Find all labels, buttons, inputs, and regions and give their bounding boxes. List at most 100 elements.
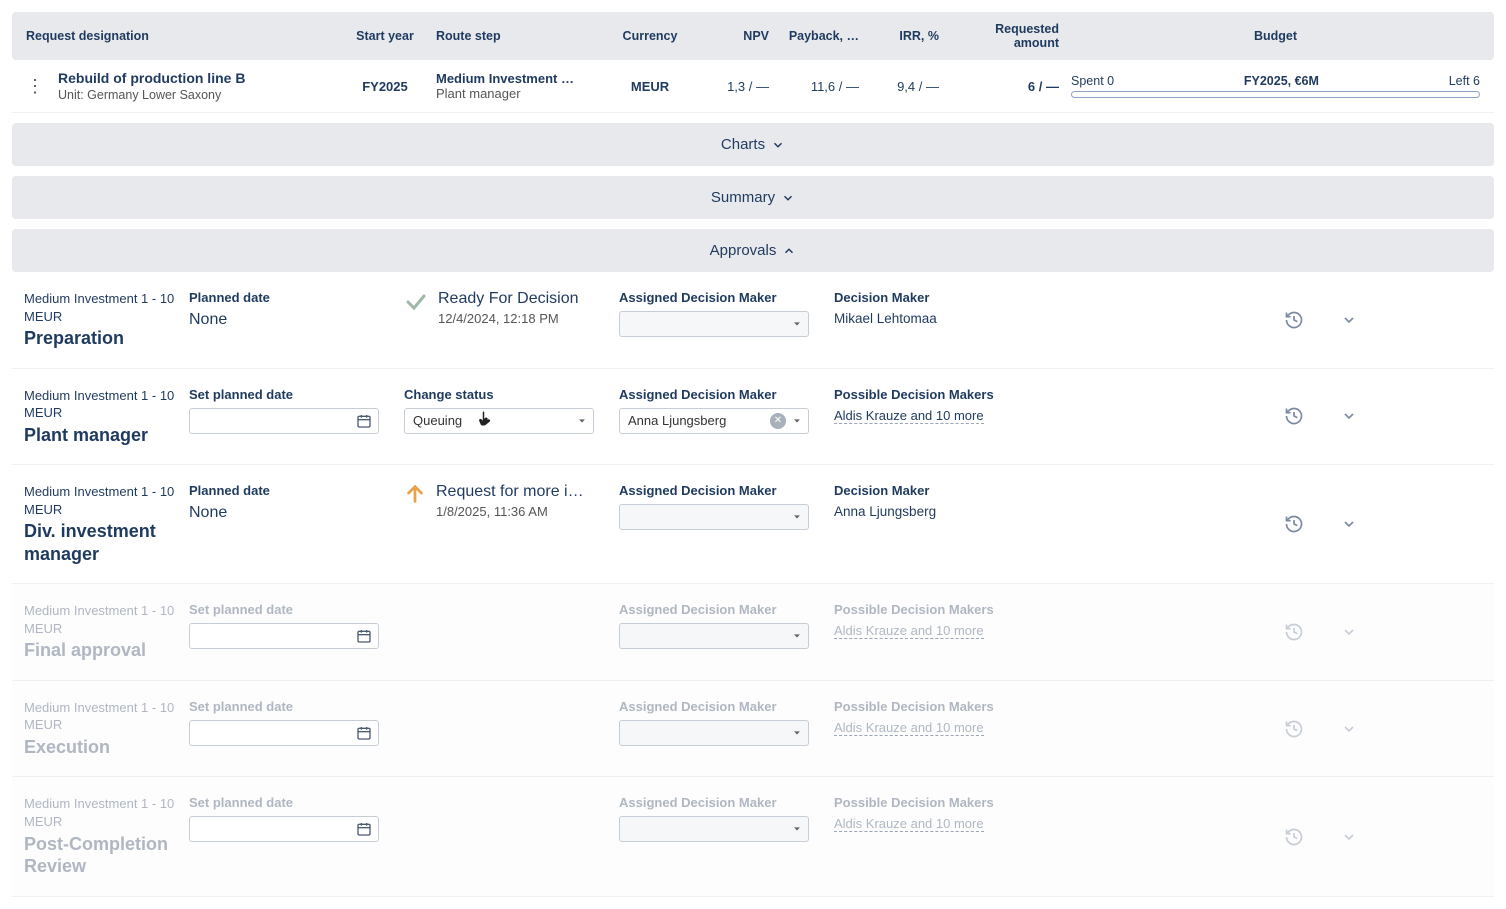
chevron-down-icon: [577, 416, 587, 426]
chevron-down-icon: [781, 191, 795, 205]
history-icon[interactable]: [1284, 514, 1304, 534]
expand-row-icon[interactable]: [1341, 408, 1357, 424]
request-unit: Unit: Germany Lower Saxony: [58, 88, 245, 102]
col-irr[interactable]: IRR, %: [865, 29, 945, 43]
stage-name: Final approval: [24, 639, 189, 662]
set-planned-date-label: Set planned date: [189, 699, 404, 714]
col-npv[interactable]: NPV: [700, 29, 775, 43]
planned-date-input[interactable]: [189, 720, 379, 746]
possible-dm-label: Possible Decision Makers: [834, 602, 1264, 617]
request-row: ⋮ Rebuild of production line B Unit: Ger…: [12, 60, 1494, 113]
assigned-dm-select[interactable]: [619, 504, 809, 530]
chevron-up-icon: [782, 244, 796, 258]
calendar-icon[interactable]: [356, 821, 372, 837]
row-route-step-2: Plant manager: [436, 86, 594, 101]
assigned-dm-select[interactable]: [619, 816, 809, 842]
assigned-dm-select[interactable]: Anna Ljungsberg ✕: [619, 408, 809, 434]
history-icon[interactable]: [1284, 827, 1304, 847]
col-requested[interactable]: Requested amount: [945, 22, 1065, 50]
row-start-year: FY2025: [340, 79, 430, 94]
history-icon[interactable]: [1284, 406, 1304, 426]
assigned-dm-label: Assigned Decision Maker: [619, 290, 834, 305]
planned-date-value: None: [189, 504, 404, 522]
chevron-down-icon: [792, 416, 802, 426]
budget-left: Left 6: [1449, 74, 1480, 88]
status-time: 12/4/2024, 12:18 PM: [438, 311, 579, 326]
stage-name: Execution: [24, 736, 189, 759]
assigned-dm-select[interactable]: [619, 720, 809, 746]
approvals-list: Medium Investment 1 - 10 MEURPreparation…: [12, 272, 1494, 897]
possible-dm-label: Possible Decision Makers: [834, 795, 1264, 810]
summary-section-toggle[interactable]: Summary: [12, 176, 1494, 219]
status-text: Ready For Decision: [438, 290, 579, 308]
chevron-down-icon: [792, 631, 802, 641]
expand-row-icon[interactable]: [1341, 516, 1357, 532]
row-route-step-1: Medium Investment …: [436, 71, 594, 86]
stage-name: Post-Completion Review: [24, 833, 189, 878]
col-payback[interactable]: Payback, …: [775, 29, 865, 43]
assigned-dm-label: Assigned Decision Maker: [619, 483, 834, 498]
assigned-dm-label: Assigned Decision Maker: [619, 387, 834, 402]
set-planned-date-label: Set planned date: [189, 795, 404, 810]
assigned-dm-value: Anna Ljungsberg: [628, 413, 726, 428]
decision-maker-name: Anna Ljungsberg: [834, 504, 1264, 519]
summary-label: Summary: [711, 189, 775, 206]
set-planned-date-label: Set planned date: [189, 602, 404, 617]
status-select[interactable]: Queuing: [404, 408, 594, 434]
expand-row-icon[interactable]: [1341, 721, 1357, 737]
set-planned-date-label: Set planned date: [189, 387, 404, 402]
possible-dm-link[interactable]: Aldis Krauze and 10 more: [834, 408, 984, 424]
chevron-down-icon: [792, 824, 802, 834]
decision-maker-label: Decision Maker: [834, 483, 1264, 498]
stage-super: Medium Investment 1 - 10 MEUR: [24, 795, 189, 830]
calendar-icon[interactable]: [356, 628, 372, 644]
charts-label: Charts: [721, 136, 765, 153]
status-select-value: Queuing: [413, 413, 462, 428]
col-budget[interactable]: Budget: [1065, 29, 1486, 43]
planned-date-value: None: [189, 311, 404, 329]
assigned-dm-label: Assigned Decision Maker: [619, 602, 834, 617]
planned-date-input[interactable]: [189, 408, 379, 434]
approval-row: Medium Investment 1 - 10 MEURPlant manag…: [12, 369, 1494, 466]
expand-row-icon[interactable]: [1341, 312, 1357, 328]
stage-name: Plant manager: [24, 424, 189, 447]
possible-dm-label: Possible Decision Makers: [834, 387, 1264, 402]
calendar-icon[interactable]: [356, 413, 372, 429]
col-route-step[interactable]: Route step: [430, 29, 600, 43]
history-icon[interactable]: [1284, 622, 1304, 642]
history-icon[interactable]: [1284, 719, 1304, 739]
stage-super: Medium Investment 1 - 10 MEUR: [24, 290, 189, 325]
approval-row: Medium Investment 1 - 10 MEURDiv. invest…: [12, 465, 1494, 584]
possible-dm-link[interactable]: Aldis Krauze and 10 more: [834, 720, 984, 736]
planned-date-label: Planned date: [189, 290, 404, 305]
expand-row-icon[interactable]: [1341, 829, 1357, 845]
request-title[interactable]: Rebuild of production line B: [58, 70, 245, 86]
chevron-down-icon: [792, 512, 802, 522]
col-start-year[interactable]: Start year: [340, 29, 430, 43]
col-currency[interactable]: Currency: [600, 29, 700, 43]
clear-icon[interactable]: ✕: [770, 413, 786, 429]
planned-date-input[interactable]: [189, 816, 379, 842]
decision-maker-name: Mikael Lehtomaa: [834, 311, 1264, 326]
stage-name: Div. investment manager: [24, 520, 189, 565]
planned-date-input[interactable]: [189, 623, 379, 649]
status-text: Request for more i…: [436, 483, 584, 501]
approvals-section-toggle[interactable]: Approvals: [12, 229, 1494, 272]
row-menu-icon[interactable]: ⋮: [26, 77, 44, 95]
assigned-dm-select[interactable]: [619, 311, 809, 337]
check-icon: [404, 290, 428, 314]
assigned-dm-select[interactable]: [619, 623, 809, 649]
history-icon[interactable]: [1284, 310, 1304, 330]
expand-row-icon[interactable]: [1341, 624, 1357, 640]
chevron-down-icon: [792, 728, 802, 738]
possible-dm-link[interactable]: Aldis Krauze and 10 more: [834, 816, 984, 832]
possible-dm-link[interactable]: Aldis Krauze and 10 more: [834, 623, 984, 639]
charts-section-toggle[interactable]: Charts: [12, 123, 1494, 166]
status-time: 1/8/2025, 11:36 AM: [436, 504, 584, 519]
budget-label: FY2025, €6M: [1244, 74, 1319, 88]
budget-progress-bar: [1071, 91, 1480, 98]
approvals-label: Approvals: [710, 242, 777, 259]
approval-row: Medium Investment 1 - 10 MEURExecutionSe…: [12, 681, 1494, 778]
calendar-icon[interactable]: [356, 725, 372, 741]
col-request[interactable]: Request designation: [20, 29, 340, 43]
